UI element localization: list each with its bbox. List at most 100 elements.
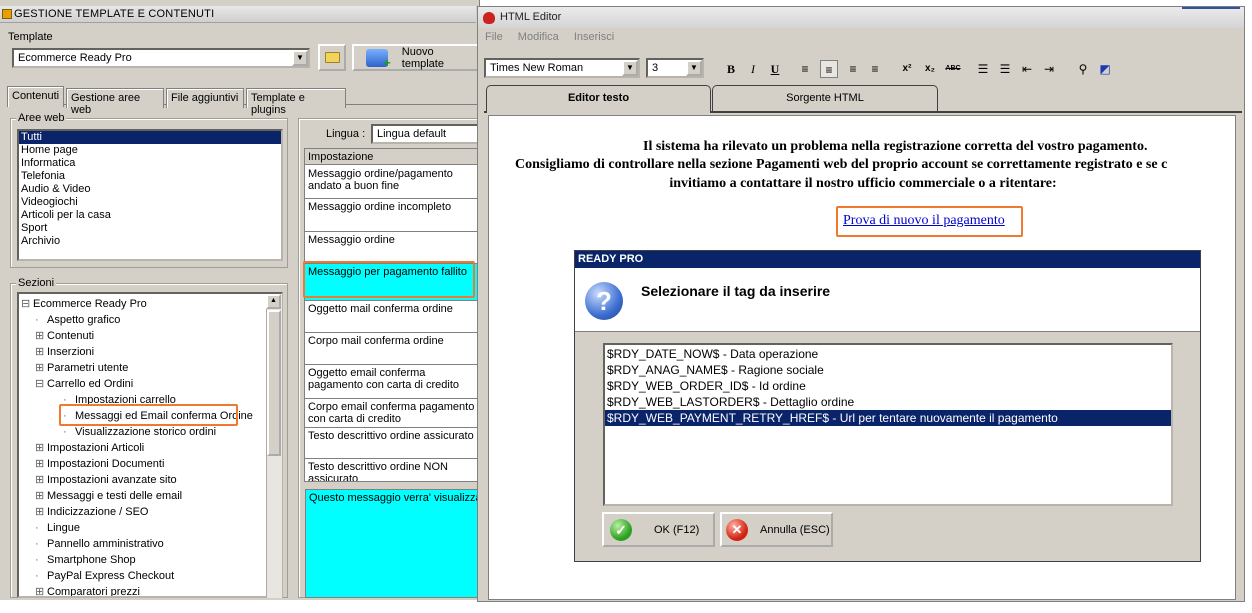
tree-node[interactable]: ⊞ Impostazioni Articoli xyxy=(19,440,281,456)
italic-icon[interactable]: I xyxy=(744,60,762,78)
tag-item[interactable]: $RDY_WEB_LASTORDER$ - Dettaglio ordine xyxy=(605,394,1171,410)
editor-document[interactable]: Il sistema ha rilevato un problema nella… xyxy=(488,115,1236,600)
justify-icon[interactable]: ≡ xyxy=(866,60,884,78)
expand-icon[interactable]: ⊞ xyxy=(35,344,47,360)
aree-web-item[interactable]: Tutti xyxy=(19,131,281,144)
message-line-1: Il sistema ha rilevato un problema nella… xyxy=(643,139,1148,154)
tree-node[interactable]: ⊞ Comparatori prezzi xyxy=(19,584,281,596)
tag-item[interactable]: $RDY_DATE_NOW$ - Data operazione xyxy=(605,346,1171,362)
ok-button[interactable]: ✓ OK (F12) xyxy=(602,512,715,547)
impostazione-row[interactable]: Messaggio ordine/pagamento andato a buon… xyxy=(305,166,479,199)
aree-web-item[interactable]: Videogiochi xyxy=(19,196,281,209)
align-left-icon[interactable]: ≡ xyxy=(796,60,814,78)
scroll-up-icon[interactable]: ▲ xyxy=(266,294,281,309)
impostazione-row[interactable]: Testo descrittivo ordine assicurato xyxy=(305,428,479,459)
tree-node[interactable]: · Smartphone Shop xyxy=(19,552,281,568)
align-right-icon[interactable]: ≡ xyxy=(844,60,862,78)
tree-node[interactable]: ⊞ Impostazioni avanzate sito xyxy=(19,472,281,488)
aree-web-item[interactable]: Audio & Video xyxy=(19,183,281,196)
impostazione-row[interactable]: Oggetto mail conferma ordine xyxy=(305,301,479,333)
impostazione-row[interactable]: Messaggio ordine incompleto xyxy=(305,199,479,232)
tree-node[interactable]: · PayPal Express Checkout xyxy=(19,568,281,584)
font-select[interactable]: Times New Roman xyxy=(484,58,640,78)
find-icon[interactable]: ⚲ xyxy=(1074,60,1092,78)
retry-payment-link[interactable]: Prova di nuovo il pagamento xyxy=(843,213,1005,229)
tree-node[interactable]: ⊞ Messaggi e testi delle email xyxy=(19,488,281,504)
expand-icon[interactable]: ⊞ xyxy=(35,488,47,504)
tag-item[interactable]: $RDY_WEB_ORDER_ID$ - Id ordine xyxy=(605,378,1171,394)
tag-list[interactable]: $RDY_DATE_NOW$ - Data operazione $RDY_ANA… xyxy=(603,343,1173,506)
font-chevron-down-icon[interactable]: ▼ xyxy=(622,60,638,76)
expand-icon[interactable]: ⊞ xyxy=(35,472,47,488)
message-preview[interactable]: Questo messaggio verra' visualizzato xyxy=(305,489,478,598)
expand-icon[interactable]: ⊞ xyxy=(35,456,47,472)
tree-node[interactable]: · Visualizzazione storico ordini xyxy=(19,424,281,440)
indent-icon[interactable]: ⇥ xyxy=(1040,60,1058,78)
aree-web-item[interactable]: Articoli per la casa xyxy=(19,209,281,222)
open-folder-button[interactable] xyxy=(318,44,346,71)
outdent-icon[interactable]: ⇤ xyxy=(1018,60,1036,78)
template-label: Template xyxy=(8,31,53,43)
impostazione-row[interactable]: Testo descrittivo ordine NON assicurato xyxy=(305,459,479,481)
expand-icon[interactable]: ⊞ xyxy=(35,440,47,456)
aree-web-item[interactable]: Sport xyxy=(19,222,281,235)
impostazione-row[interactable]: Oggetto email conferma pagamento con car… xyxy=(305,365,479,399)
subscript-icon[interactable]: x₂ xyxy=(921,60,939,78)
expand-icon[interactable]: ⊞ xyxy=(35,584,47,596)
numbered-list-icon[interactable]: ☰ xyxy=(974,60,992,78)
size-chevron-down-icon[interactable]: ▼ xyxy=(686,60,702,76)
tab-gestione-aree-web[interactable]: Gestione aree web xyxy=(66,88,164,116)
expand-icon[interactable]: ⊞ xyxy=(35,328,47,344)
scroll-thumb[interactable] xyxy=(267,310,281,456)
bullet-list-icon[interactable]: ☰ xyxy=(996,60,1014,78)
tree-node[interactable]: · Lingue xyxy=(19,520,281,536)
menu-modifica[interactable]: Modifica xyxy=(518,31,559,43)
tree-node[interactable]: ⊟ Ecommerce Ready Pro xyxy=(19,296,281,312)
tree-node[interactable]: ⊞ Indicizzazione / SEO xyxy=(19,504,281,520)
impostazione-row[interactable]: Messaggio ordine xyxy=(305,232,479,264)
tab-editor-testo[interactable]: Editor testo xyxy=(486,85,711,113)
template-select[interactable]: Ecommerce Ready Pro xyxy=(12,48,310,68)
impostazione-row[interactable]: Corpo mail conferma ordine xyxy=(305,333,479,365)
app-icon xyxy=(2,9,12,19)
tab-contenuti[interactable]: Contenuti xyxy=(7,86,64,107)
menu-file[interactable]: File xyxy=(485,31,503,43)
strikethrough-icon[interactable]: ABC xyxy=(944,60,962,78)
tree-node[interactable]: · Aspetto grafico xyxy=(19,312,281,328)
impostazioni-grid[interactable]: Impostazione Messaggio ordine/pagamento … xyxy=(304,148,480,482)
new-template-button[interactable]: + Nuovo template xyxy=(352,44,480,71)
tag-item[interactable]: $RDY_ANAG_NAME$ - Ragione sociale xyxy=(605,362,1171,378)
tree-node[interactable]: ⊞ Impostazioni Documenti xyxy=(19,456,281,472)
impostazione-row[interactable]: Corpo email conferma pagamento con carta… xyxy=(305,399,479,428)
tab-file-aggiuntivi[interactable]: File aggiuntivi xyxy=(166,88,244,108)
color-fill-icon[interactable]: ◩ xyxy=(1096,60,1114,78)
align-center-icon[interactable]: ≡ xyxy=(820,60,838,78)
aree-web-item[interactable]: Telefonia xyxy=(19,170,281,183)
chevron-down-icon[interactable]: ▼ xyxy=(292,50,308,66)
tab-template-plugins[interactable]: Template e plugins xyxy=(246,88,346,116)
tag-description: - Data operazione xyxy=(719,347,819,361)
underline-icon[interactable]: U xyxy=(766,60,784,78)
collapse-icon[interactable]: ⊟ xyxy=(21,296,33,312)
bold-icon[interactable]: B xyxy=(722,60,740,78)
tree-node[interactable]: ⊞ Contenuti xyxy=(19,328,281,344)
expand-icon[interactable]: ⊞ xyxy=(35,504,47,520)
tree-node-label: Impostazioni avanzate sito xyxy=(47,474,177,486)
tag-item[interactable]: $RDY_WEB_PAYMENT_RETRY_HREF$ - Url per t… xyxy=(605,410,1171,426)
menu-inserisci[interactable]: Inserisci xyxy=(574,31,614,43)
tree-node[interactable]: ⊞ Parametri utente xyxy=(19,360,281,376)
aree-web-item[interactable]: Informatica xyxy=(19,157,281,170)
lingua-select[interactable]: Lingua default xyxy=(371,124,479,144)
tree-node[interactable]: ⊞ Inserzioni xyxy=(19,344,281,360)
tree-node[interactable]: ⊟ Carrello ed Ordini xyxy=(19,376,281,392)
tree-node[interactable]: · Pannello amministrativo xyxy=(19,536,281,552)
cancel-button[interactable]: ✕ Annulla (ESC) xyxy=(720,512,833,547)
collapse-icon[interactable]: ⊟ xyxy=(35,376,47,392)
aree-web-list[interactable]: Tutti Home page Informatica Telefonia Audio … xyxy=(17,129,283,261)
sezioni-tree[interactable]: ⊟ Ecommerce Ready Pro · Aspetto grafico ⊞ Con… xyxy=(17,292,283,598)
aree-web-item[interactable]: Archivio xyxy=(19,235,281,248)
aree-web-item[interactable]: Home page xyxy=(19,144,281,157)
tab-sorgente-html[interactable]: Sorgente HTML xyxy=(712,85,938,111)
superscript-icon[interactable]: x² xyxy=(898,60,916,78)
expand-icon[interactable]: ⊞ xyxy=(35,360,47,376)
